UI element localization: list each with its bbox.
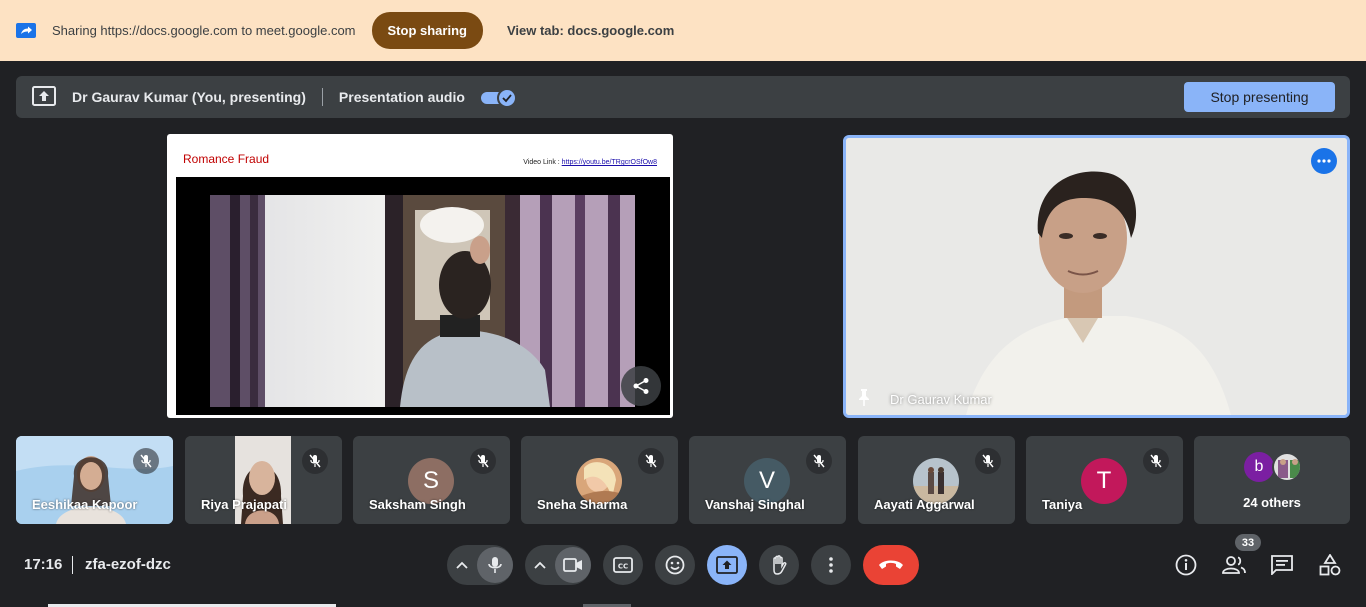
speaker-video-image (846, 138, 1347, 415)
speaker-name-label: Dr Gaurav Kumar (890, 392, 992, 407)
slide-video-link: Video Link : https://youtu.be/TRgcrOSfOw… (523, 159, 657, 166)
avatar: T (1081, 458, 1127, 504)
presentation-audio-toggle[interactable] (480, 86, 517, 108)
info-icon (1175, 554, 1197, 576)
raise-hand-button[interactable] (759, 545, 799, 585)
present-now-button[interactable] (707, 545, 747, 585)
more-options-button[interactable] (1311, 148, 1337, 174)
mic-off-icon (133, 448, 159, 474)
svg-text:CC: CC (618, 563, 628, 571)
screen-share-icon (16, 22, 36, 39)
others-tile[interactable]: b 24 others (1194, 436, 1350, 524)
meeting-code: zfa-ezof-dzc (85, 556, 171, 573)
stop-sharing-button[interactable]: Stop sharing (371, 12, 483, 49)
participant-count-badge: 33 (1235, 534, 1261, 551)
reactions-button[interactable] (655, 545, 695, 585)
participant-tile[interactable]: Sneha Sharma (521, 436, 678, 524)
sharing-status-text: Sharing https://docs.google.com to meet.… (52, 23, 356, 38)
people-icon (1222, 556, 1246, 574)
mic-off-icon (638, 448, 664, 474)
share-icon (633, 378, 649, 394)
mic-off-icon (470, 448, 496, 474)
meeting-details-button[interactable] (1170, 549, 1202, 581)
slide-link-url[interactable]: https://youtu.be/TRgcrOSfOw8 (562, 159, 657, 166)
participant-tile[interactable]: T Taniya (1026, 436, 1183, 524)
people-button[interactable] (1218, 549, 1250, 581)
emoji-icon (665, 555, 685, 575)
presentation-tile[interactable]: Romance Fraud Video Link : https://youtu… (167, 134, 673, 418)
present-to-all-icon (716, 556, 738, 574)
pin-icon[interactable] (854, 387, 874, 407)
slide-video (176, 177, 670, 415)
closed-captions-icon: CC (613, 557, 633, 573)
audio-settings-chevron-up-icon[interactable] (447, 561, 477, 569)
participant-strip: Eeshikaa Kapoor Riya Prajapati S Saksham… (16, 436, 1350, 524)
check-icon (496, 88, 517, 108)
participant-name: Vanshaj Singhal (705, 497, 805, 512)
video-settings-chevron-up-icon[interactable] (525, 561, 555, 569)
mic-off-icon (1143, 448, 1169, 474)
avatar (1272, 452, 1302, 482)
mic-control-group (447, 545, 513, 585)
presentation-audio-label: Presentation audio (338, 89, 465, 105)
microphone-button[interactable] (477, 547, 513, 583)
present-screen-icon (32, 86, 58, 108)
participant-tile[interactable]: Aayati Aggarwal (858, 436, 1015, 524)
participant-name: Riya Prajapati (201, 497, 287, 512)
participant-name: Sneha Sharma (537, 497, 628, 512)
camera-button[interactable] (555, 547, 591, 583)
activities-shapes-icon (1319, 554, 1341, 576)
mic-off-icon (302, 448, 328, 474)
others-count-label: 24 others (1243, 495, 1301, 510)
slide-title: Romance Fraud (183, 152, 270, 166)
participant-name: Aayati Aggarwal (874, 497, 975, 512)
more-horizontal-icon (1317, 159, 1331, 163)
more-options-button[interactable] (811, 545, 851, 585)
call-end-icon (879, 560, 903, 569)
mic-off-icon (975, 448, 1001, 474)
participant-name: Eeshikaa Kapoor (32, 497, 138, 512)
participant-tile[interactable]: S Saksham Singh (353, 436, 510, 524)
main-speaker-tile[interactable]: Dr Gaurav Kumar (843, 135, 1350, 418)
participant-tile[interactable]: Riya Prajapati (185, 436, 342, 524)
participant-tile[interactable]: V Vanshaj Singhal (689, 436, 846, 524)
video-still-image (210, 195, 635, 407)
participant-name: Saksham Singh (369, 497, 466, 512)
mic-icon (488, 557, 502, 573)
divider (321, 88, 323, 106)
stop-presenting-button[interactable]: Stop presenting (1184, 82, 1335, 112)
chat-button[interactable] (1266, 549, 1298, 581)
chat-icon (1271, 555, 1293, 575)
participant-tile[interactable]: Eeshikaa Kapoor (16, 436, 173, 524)
presenter-label: Dr Gaurav Kumar (You, presenting) (72, 89, 306, 105)
sharing-banner: Sharing https://docs.google.com to meet.… (0, 0, 1366, 61)
more-vertical-icon (829, 557, 833, 573)
avatar: b (1244, 452, 1274, 482)
camera-control-group (525, 545, 591, 585)
slide-link-label: Video Link : (523, 159, 560, 166)
share-presentation-button[interactable] (621, 366, 661, 406)
videocam-icon (563, 558, 582, 572)
hand-icon (773, 555, 787, 575)
captions-button[interactable]: CC (603, 545, 643, 585)
activities-button[interactable] (1314, 549, 1346, 581)
divider (72, 556, 73, 574)
presenting-bar: Dr Gaurav Kumar (You, presenting) Presen… (16, 76, 1350, 118)
leave-call-button[interactable] (863, 545, 919, 585)
view-tab-link[interactable]: View tab: docs.google.com (507, 23, 674, 38)
meeting-time: 17:16 (24, 556, 63, 573)
mic-off-icon (806, 448, 832, 474)
participant-name: Taniya (1042, 497, 1083, 512)
